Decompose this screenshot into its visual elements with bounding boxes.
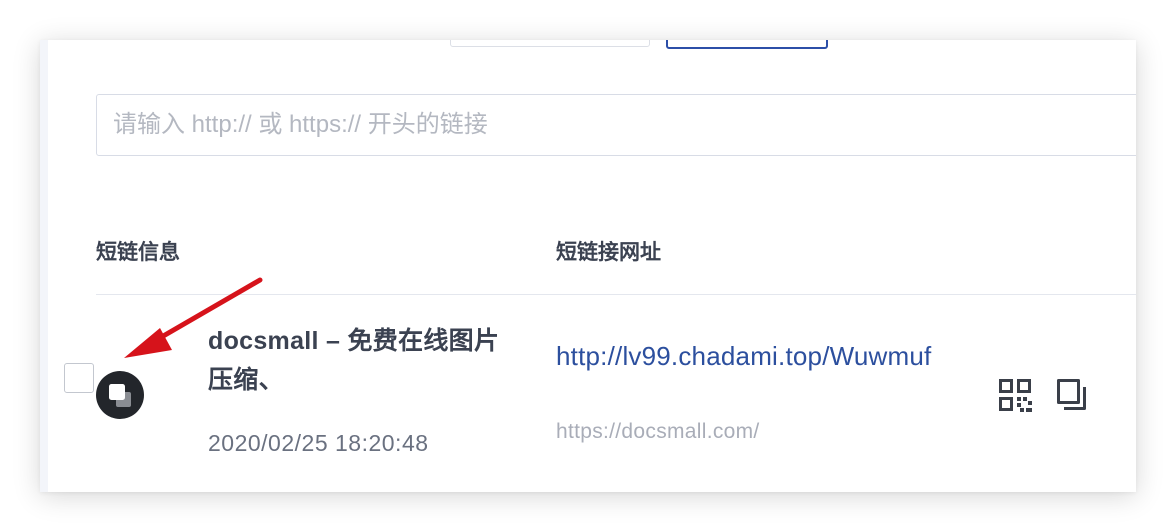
stack-icon [109,384,131,407]
column-header-link-info: 短链信息 [96,241,180,264]
top-button-primary[interactable] [666,40,828,49]
row-checkbox[interactable] [64,363,94,393]
top-button-secondary[interactable] [450,40,650,47]
link-title: docsmall – 免费在线图片压缩、 [208,327,500,394]
short-url-link[interactable]: http://lv99.chadami.top/Wuwmuf [556,336,956,376]
header-divider [96,294,1136,295]
copy-icon[interactable] [1056,378,1088,412]
column-header-short-url: 短链接网址 [556,241,661,264]
qr-code-icon[interactable] [998,378,1032,412]
original-url-link[interactable]: https://docsmall.com/ [556,420,760,444]
panel-edge [40,40,48,492]
url-input[interactable] [96,94,1136,156]
created-date: 2020/02/25 18:20:48 [208,430,429,456]
copy-badge[interactable] [96,371,144,419]
links-panel: 短链信息 短链接网址 docsmall – 免费在线图片压缩、 2020/02/… [40,40,1136,492]
